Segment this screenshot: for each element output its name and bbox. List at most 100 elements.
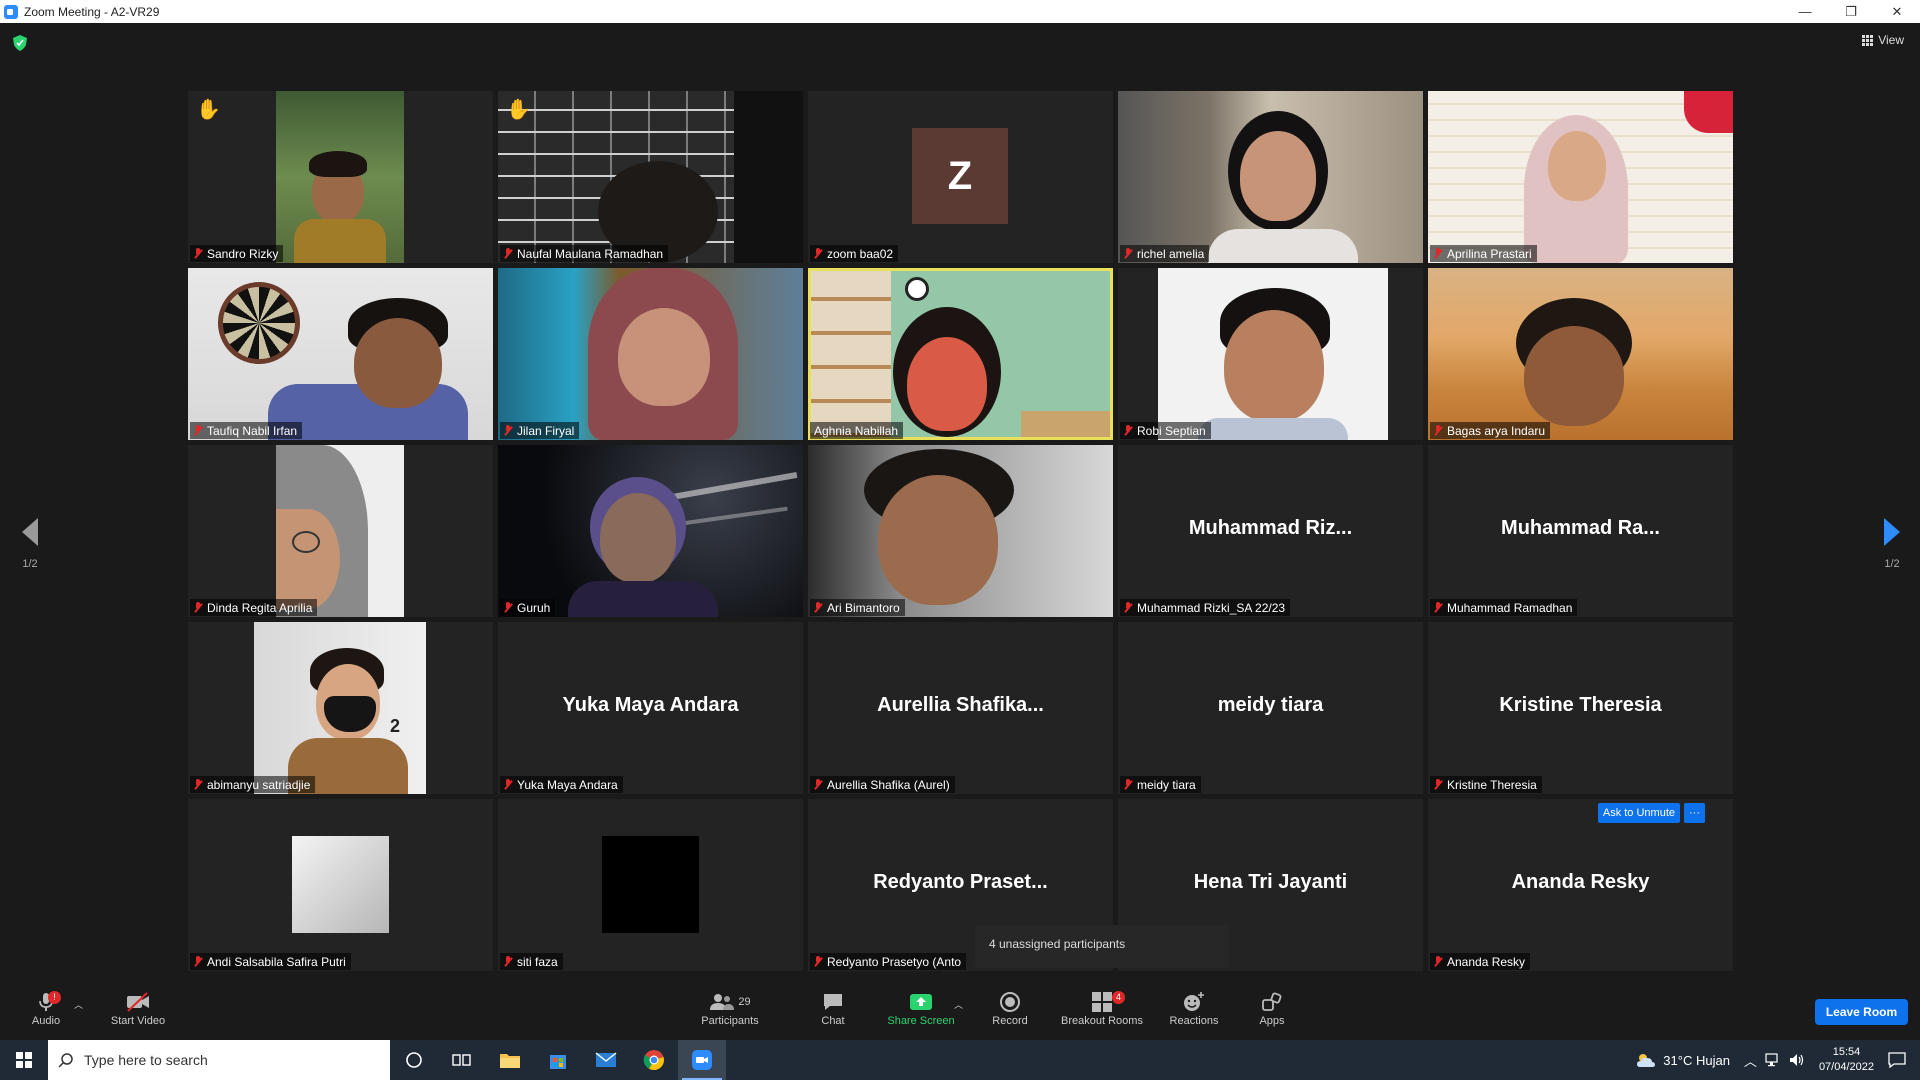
participant-name-tag: Robi Septian xyxy=(1120,422,1211,439)
search-placeholder: Type here to search xyxy=(84,1052,208,1068)
raised-hand-icon: ✋ xyxy=(506,99,531,121)
cortana-button[interactable] xyxy=(390,1040,438,1080)
search-icon xyxy=(58,1053,73,1068)
muted-mic-icon xyxy=(814,779,823,790)
participant-name-tag: Kristine Theresia xyxy=(1430,776,1542,793)
file-explorer-taskbar-button[interactable] xyxy=(486,1040,534,1080)
video-tile[interactable]: Muhammad Ra... Muhammad Ramadhan xyxy=(1428,445,1733,617)
participant-video: 2 xyxy=(254,622,426,794)
view-button[interactable]: View xyxy=(1862,33,1904,47)
participant-video xyxy=(1428,91,1733,263)
breakout-rooms-badge: 4 xyxy=(1112,991,1125,1004)
video-tile[interactable]: Andi Salsabila Safira Putri xyxy=(188,799,493,971)
taskbar-search-box[interactable]: Type here to search xyxy=(48,1040,390,1080)
chat-bubble-icon xyxy=(824,994,842,1010)
minimize-button[interactable]: — xyxy=(1782,0,1828,23)
taskbar-clock[interactable]: 15:54 07/04/2022 xyxy=(1819,1045,1874,1075)
participant-video xyxy=(1118,91,1423,263)
show-hidden-icons-chevron-icon[interactable]: ︿ xyxy=(1744,1051,1757,1070)
zoom-taskbar-button[interactable] xyxy=(678,1040,726,1080)
participant-name-tag: Muhammad Ramadhan xyxy=(1430,599,1578,616)
participant-name-tag: richel amelia xyxy=(1120,245,1210,262)
video-tile[interactable]: Guruh xyxy=(498,445,803,617)
muted-mic-icon xyxy=(814,248,823,259)
apps-button[interactable]: Apps xyxy=(1252,989,1292,1027)
video-tile[interactable]: Aurellia Shafika... Aurellia Shafika (Au… xyxy=(808,622,1113,794)
muted-mic-icon xyxy=(194,956,203,967)
video-tile[interactable]: meidy tiara meidy tiara xyxy=(1118,622,1423,794)
ask-to-unmute-button[interactable]: Ask to Unmute xyxy=(1597,803,1680,823)
participant-display-name: Aurellia Shafika... xyxy=(877,694,1044,716)
video-tile-active-speaker[interactable]: Aghnia Nabillah xyxy=(808,268,1113,440)
video-tile[interactable]: Yuka Maya Andara Yuka Maya Andara xyxy=(498,622,803,794)
reactions-smiley-icon xyxy=(1184,992,1204,1011)
muted-mic-icon xyxy=(194,248,203,259)
video-tile[interactable]: Ari Bimantoro xyxy=(808,445,1113,617)
participant-video xyxy=(188,268,493,440)
participant-name-tag: Ari Bimantoro xyxy=(810,599,905,616)
page-indicator-left: 1/2 xyxy=(22,558,38,570)
weather-text[interactable]: 31°C Hujan xyxy=(1663,1053,1730,1068)
video-tile[interactable]: Aprilina Prastari xyxy=(1428,91,1733,263)
video-tile[interactable]: ✋ Sandro Rizky xyxy=(188,91,493,263)
participant-name-tag: Andi Salsabila Safira Putri xyxy=(190,953,351,970)
video-tile[interactable]: siti faza xyxy=(498,799,803,971)
video-tile[interactable]: Z zoom baa02 xyxy=(808,91,1113,263)
participants-button[interactable]: 29 Participants xyxy=(690,989,770,1027)
notifications-icon[interactable] xyxy=(1888,1052,1906,1068)
reactions-button[interactable]: Reactions xyxy=(1164,989,1224,1027)
video-tile[interactable]: Dinda Regita Aprilia xyxy=(188,445,493,617)
participant-video xyxy=(1428,268,1733,440)
breakout-rooms-button[interactable]: 4 Breakout Rooms xyxy=(1054,989,1150,1027)
record-button[interactable]: Record xyxy=(986,989,1034,1027)
close-button[interactable]: ✕ xyxy=(1874,0,1920,23)
security-shield-icon[interactable] xyxy=(13,35,27,51)
window-titlebar: Zoom Meeting - A2-VR29 — ❐ ✕ xyxy=(0,0,1920,23)
participant-name-tag: Redyanto Prasetyo (Anto xyxy=(810,953,967,970)
share-screen-button[interactable]: Share Screen xyxy=(882,989,960,1027)
start-button[interactable] xyxy=(0,1040,48,1080)
next-page-button[interactable]: 1/2 xyxy=(1877,518,1907,570)
prev-page-button[interactable]: 1/2 xyxy=(15,518,45,570)
mail-taskbar-button[interactable] xyxy=(582,1040,630,1080)
audio-options-caret-icon[interactable]: ︿ xyxy=(74,998,83,1011)
video-tile[interactable]: Ask to Unmute ··· Ananda Resky Ananda Re… xyxy=(1428,799,1733,971)
muted-mic-icon xyxy=(504,779,513,790)
volume-icon[interactable] xyxy=(1789,1053,1805,1067)
chat-button[interactable]: Chat xyxy=(813,989,853,1027)
more-options-button[interactable]: ··· xyxy=(1684,803,1705,823)
grid-view-icon xyxy=(1862,34,1874,46)
system-tray: 31°C Hujan ︿ 15:54 07/04/2022 xyxy=(1635,1040,1920,1080)
participant-name-tag: Guruh xyxy=(500,599,556,616)
muted-mic-icon xyxy=(1434,956,1443,967)
start-video-button[interactable]: Start Video xyxy=(104,989,172,1027)
chrome-taskbar-button[interactable] xyxy=(630,1040,678,1080)
audio-button[interactable]: ! Audio xyxy=(26,989,66,1027)
arrow-left-icon xyxy=(22,518,38,546)
video-tile[interactable]: Jilan Firyal xyxy=(498,268,803,440)
share-options-caret-icon[interactable]: ︿ xyxy=(954,998,963,1011)
record-icon xyxy=(1000,992,1020,1012)
clock-time: 15:54 xyxy=(1832,1046,1861,1058)
muted-mic-icon xyxy=(1124,602,1133,613)
task-view-button[interactable] xyxy=(438,1040,486,1080)
windows-logo-icon xyxy=(16,1052,32,1068)
video-tile[interactable]: Kristine Theresia Kristine Theresia xyxy=(1428,622,1733,794)
leave-room-button[interactable]: Leave Room xyxy=(1815,999,1908,1025)
restore-button[interactable]: ❐ xyxy=(1828,0,1874,23)
breakout-tooltip: 4 unassigned participants xyxy=(975,925,1229,968)
video-tile[interactable]: richel amelia xyxy=(1118,91,1423,263)
video-tile[interactable]: Taufiq Nabil Irfan xyxy=(188,268,493,440)
video-tile[interactable]: Bagas arya Indaru xyxy=(1428,268,1733,440)
video-tile[interactable]: ✋ Naufal Maulana Ramadhan xyxy=(498,91,803,263)
muted-mic-icon xyxy=(194,602,203,613)
store-taskbar-button[interactable] xyxy=(534,1040,582,1080)
participant-video xyxy=(498,91,803,263)
video-tile[interactable]: Robi Septian xyxy=(1118,268,1423,440)
network-icon[interactable] xyxy=(1765,1053,1781,1067)
mail-icon xyxy=(595,1052,617,1067)
video-tile[interactable]: 2 abimanyu satriadjie xyxy=(188,622,493,794)
muted-mic-icon xyxy=(504,956,513,967)
clock-date: 07/04/2022 xyxy=(1818,1061,1874,1073)
video-tile[interactable]: Muhammad Riz... Muhammad Rizki_SA 22/23 xyxy=(1118,445,1423,617)
